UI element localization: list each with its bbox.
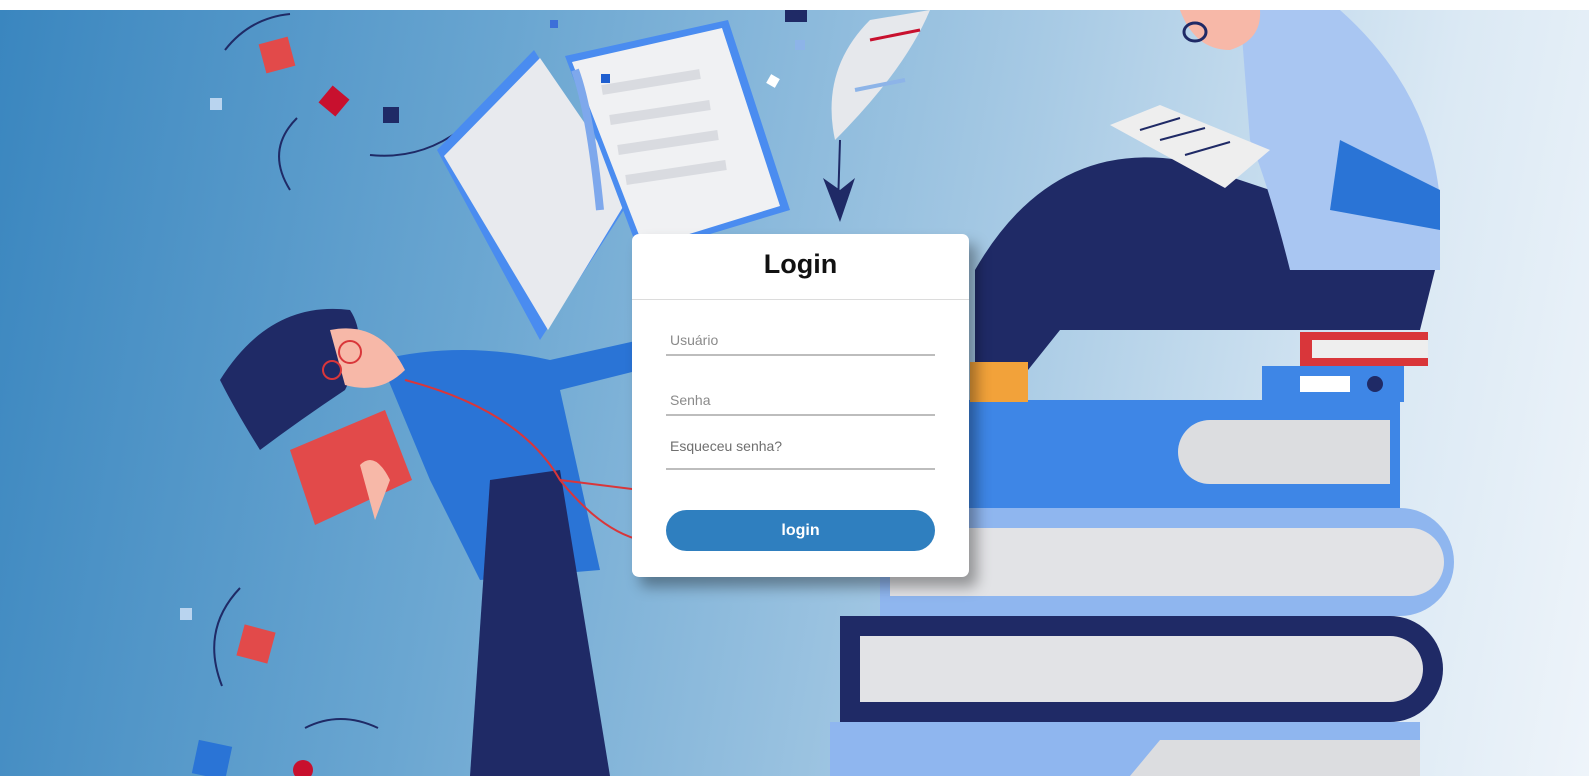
background-stage: Login Esqueceu senha? login [0, 10, 1589, 776]
decor-square [785, 10, 807, 22]
decor-square [795, 40, 805, 50]
decor-square [210, 98, 222, 110]
decor-arc [304, 718, 379, 729]
decor-square [191, 739, 233, 776]
login-card: Login Esqueceu senha? login [632, 234, 969, 577]
decor-arc [213, 587, 241, 687]
decor-square [383, 107, 399, 123]
login-title: Login [763, 249, 838, 279]
decor-square [550, 20, 558, 28]
login-card-header: Login [632, 234, 969, 300]
decor-square [258, 36, 296, 74]
decor-square [180, 608, 192, 620]
decor-dot [293, 760, 313, 776]
quill-feather [823, 10, 930, 222]
username-input[interactable] [666, 326, 935, 356]
forgot-password-link[interactable]: Esqueceu senha? [666, 438, 935, 470]
login-button[interactable]: login [666, 510, 935, 551]
decor-square [318, 85, 350, 117]
decor-square [236, 624, 276, 664]
decor-arc [278, 117, 298, 191]
decor-square [766, 74, 780, 88]
standing-reader [220, 308, 641, 776]
password-input[interactable] [666, 386, 935, 416]
